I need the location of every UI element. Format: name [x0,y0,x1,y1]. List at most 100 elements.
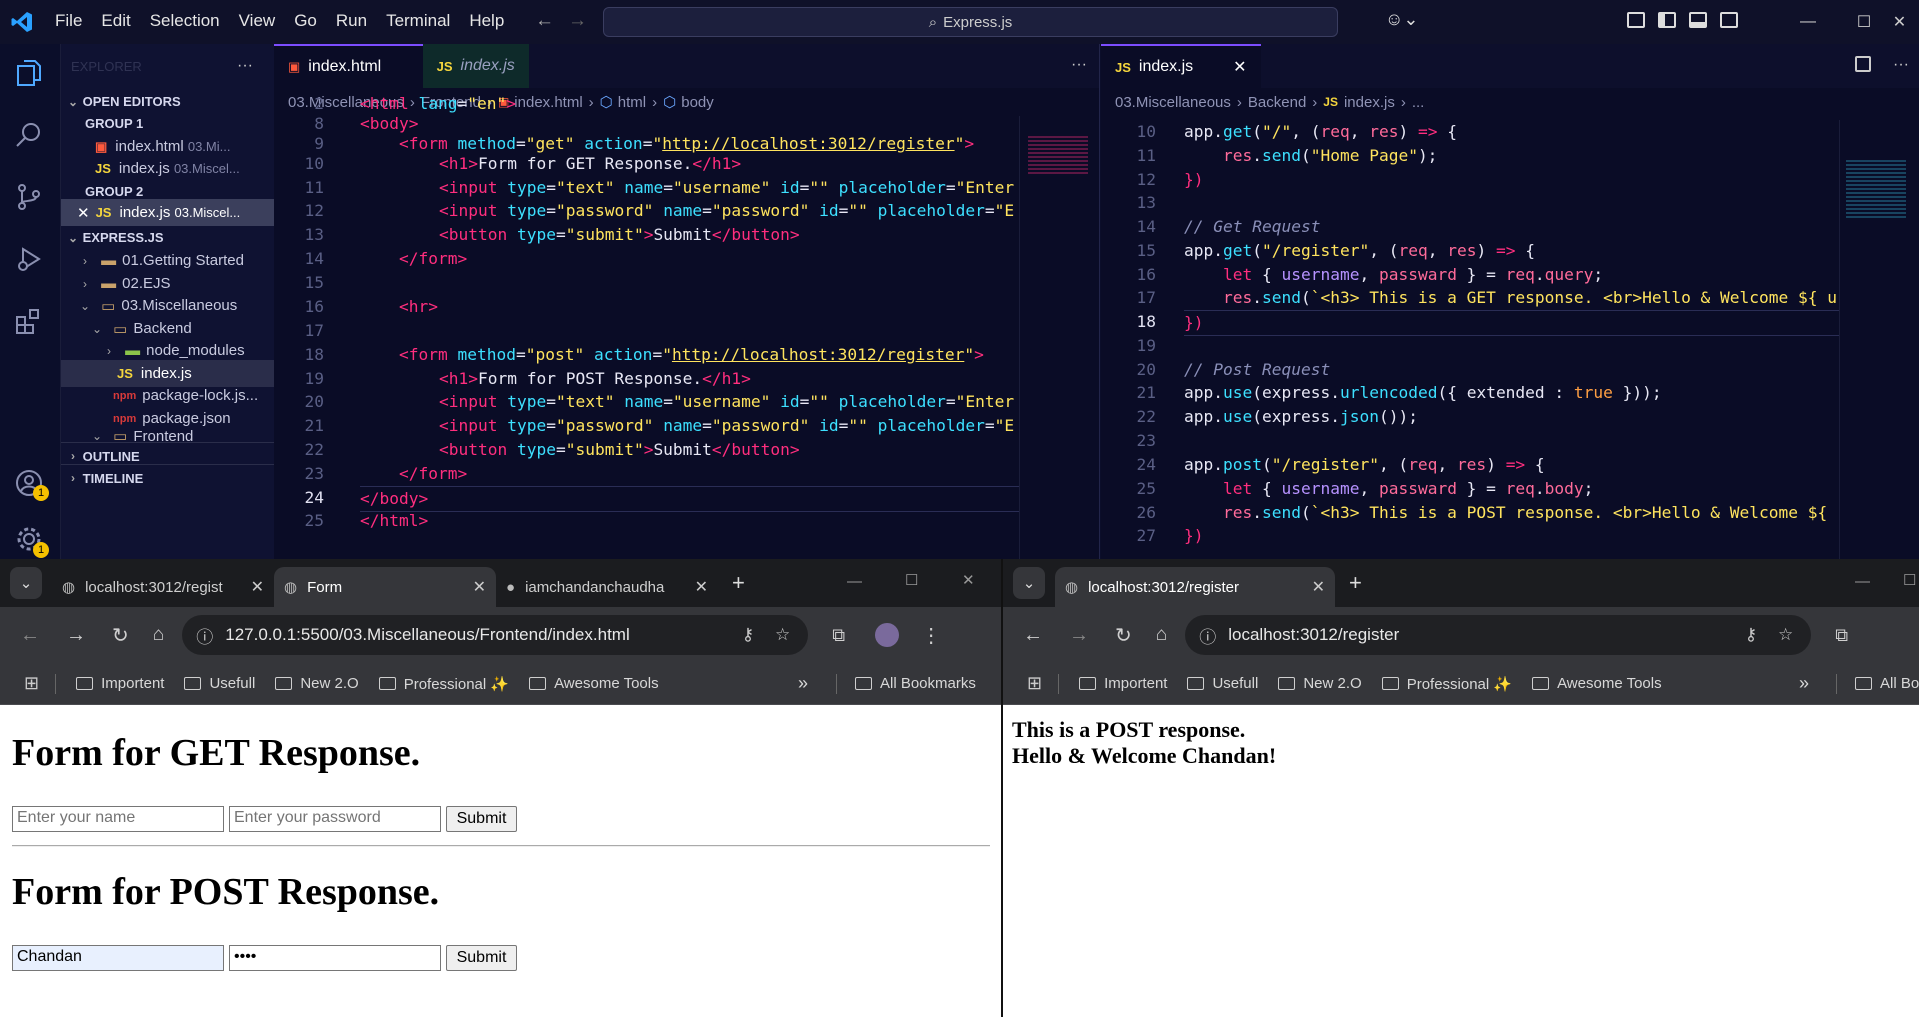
browser-tab-form[interactable]: ◍ Form ✕ [274,567,496,607]
source-control-icon[interactable] [14,182,46,214]
close-tab-icon[interactable]: ✕ [1233,57,1246,77]
tab-search-dropdown[interactable]: ⌄ [1013,567,1045,599]
get-submit-button[interactable]: Submit [446,806,517,832]
bookmark-folder[interactable]: New 2.O [275,675,359,692]
all-bookmarks[interactable]: All Bookmarks [855,675,976,692]
back-icon[interactable]: ← [1023,624,1043,647]
bookmark-folder[interactable]: Usefull [1187,675,1258,692]
menu-file[interactable]: File [55,11,82,31]
more-bookmarks-icon[interactable]: » [1799,673,1809,694]
breadcrumb-item[interactable]: Backend [1248,94,1306,111]
minimize-icon[interactable]: — [1855,573,1870,590]
get-username-input[interactable]: Enter your name [12,806,224,832]
layout-toggle-icon[interactable] [1627,12,1645,28]
close-tab-icon[interactable]: ✕ [1312,577,1325,597]
forward-icon[interactable]: → [66,624,86,647]
get-password-input[interactable]: Enter your password [229,806,441,832]
maximize-icon[interactable]: ☐ [1903,571,1916,589]
forward-icon[interactable]: → [1069,624,1089,647]
browser-tab-register[interactable]: ◍ localhost:3012/regist ✕ [52,567,274,607]
more-actions-icon[interactable]: ··· [1071,56,1087,74]
back-icon[interactable]: ← [20,624,40,647]
bookmark-folder[interactable]: Professional ✨ [1381,675,1512,693]
copilot-icon[interactable]: ☺⌄ [1385,9,1418,30]
secondary-sidebar-toggle-icon[interactable] [1720,12,1738,28]
menu-kebab-icon[interactable]: ⋮ [921,623,941,648]
more-actions-icon[interactable]: ··· [237,57,253,75]
minimize-icon[interactable]: — [1780,0,1836,44]
info-icon[interactable]: ⓘ [1199,623,1216,648]
forward-arrow-icon[interactable]: → [568,10,587,32]
bookmark-folder[interactable]: New 2.O [1278,675,1362,692]
split-editor-icon[interactable] [1855,56,1871,72]
menu-view[interactable]: View [239,11,276,31]
explorer-icon[interactable] [14,58,46,90]
tab-index-html[interactable]: ▣ index.html ✕ [274,44,423,88]
apps-grid-icon[interactable]: ⊞ [24,673,39,694]
all-bookmarks[interactable]: All Bo [1855,675,1919,692]
bookmark-star-icon[interactable]: ☆ [1778,625,1793,645]
extensions-puzzle-icon[interactable]: ⧉ [832,625,845,646]
tab-index-js[interactable]: JS index.js [422,44,529,88]
password-key-icon[interactable]: ⚷ [742,625,754,645]
info-icon[interactable]: ⓘ [196,623,213,648]
address-bar[interactable]: ⓘ 127.0.0.1:5500/03.Miscellaneous/Fronte… [182,615,809,655]
new-tab-icon[interactable]: + [1349,570,1362,596]
breadcrumb-item[interactable]: 03.Miscellaneous [1115,94,1231,111]
breadcrumb-item[interactable]: index.js [1344,94,1395,111]
address-bar[interactable]: ⓘ localhost:3012/register ⚷ ☆ [1185,615,1812,655]
minimap[interactable] [1019,116,1099,559]
post-submit-button[interactable]: Submit [446,945,517,971]
post-password-input[interactable]: •••• [229,945,441,971]
minimize-icon[interactable]: — [847,573,862,590]
open-editor-index-js-selected[interactable]: ✕ JS index.js 03.Miscel... [61,199,274,226]
menu-edit[interactable]: Edit [101,11,130,31]
close-window-icon[interactable]: ✕ [962,571,975,589]
close-tab-icon[interactable]: ✕ [473,577,486,597]
menu-selection[interactable]: Selection [150,11,220,31]
code-area[interactable]: 10 11 12 13 14 15 16 17 18 19 20 21 22 2… [1101,120,1919,559]
menu-run[interactable]: Run [336,11,367,31]
panel-toggle-icon[interactable] [1689,12,1707,28]
extensions-puzzle-icon[interactable]: ⧉ [1835,625,1848,646]
back-arrow-icon[interactable]: ← [535,10,554,32]
extensions-icon[interactable] [14,306,46,338]
search-icon[interactable] [14,120,46,152]
browser-tab-profile[interactable]: ● iamchandanchaudha ✕ [496,567,718,607]
tab-search-dropdown[interactable]: ⌄ [10,567,42,599]
bookmark-folder[interactable]: Usefull [184,675,255,692]
new-tab-icon[interactable]: + [732,570,745,596]
home-icon[interactable]: ⌂ [153,624,164,646]
code-area[interactable]: 2 8 9 10 11 12 13 14 15 16 17 18 19 20 2… [274,92,1099,559]
menu-help[interactable]: Help [469,11,504,31]
bookmark-folder[interactable]: Awesome Tools [529,675,659,692]
timeline-section[interactable]: › TIMELINE [61,464,274,491]
menu-go[interactable]: Go [294,11,317,31]
bookmark-folder[interactable]: Professional ✨ [378,675,509,693]
bookmark-star-icon[interactable]: ☆ [775,625,790,645]
command-center[interactable]: ⌕ Express.js [603,7,1338,37]
bookmark-folder[interactable]: Awesome Tools [1532,675,1662,692]
home-icon[interactable]: ⌂ [1156,624,1167,646]
run-debug-icon[interactable] [14,244,46,276]
maximize-icon[interactable]: ☐ [905,571,918,589]
reload-icon[interactable]: ↻ [1115,623,1132,648]
bookmark-folder[interactable]: Importent [76,675,164,692]
reload-icon[interactable]: ↻ [112,623,129,648]
tab-index-js-right[interactable]: JS index.js ✕ [1101,44,1261,88]
close-tab-icon[interactable]: ✕ [695,577,708,597]
more-bookmarks-icon[interactable]: » [798,673,808,694]
breadcrumb-item[interactable]: ... [1412,94,1425,111]
bookmark-folder[interactable]: Importent [1079,675,1167,692]
password-key-icon[interactable]: ⚷ [1745,625,1757,645]
minimap[interactable] [1839,120,1919,559]
menu-terminal[interactable]: Terminal [386,11,450,31]
browser-tab-register[interactable]: ◍ localhost:3012/register ✕ [1055,567,1335,607]
close-editor-icon[interactable]: ✕ [77,204,90,222]
post-username-input[interactable]: Chandan [12,945,224,971]
close-icon[interactable]: ✕ [1880,0,1919,44]
close-tab-icon[interactable]: ✕ [251,577,264,597]
primary-sidebar-toggle-icon[interactable] [1658,12,1676,28]
more-actions-icon[interactable]: ··· [1893,56,1909,74]
profile-avatar[interactable] [875,623,900,647]
